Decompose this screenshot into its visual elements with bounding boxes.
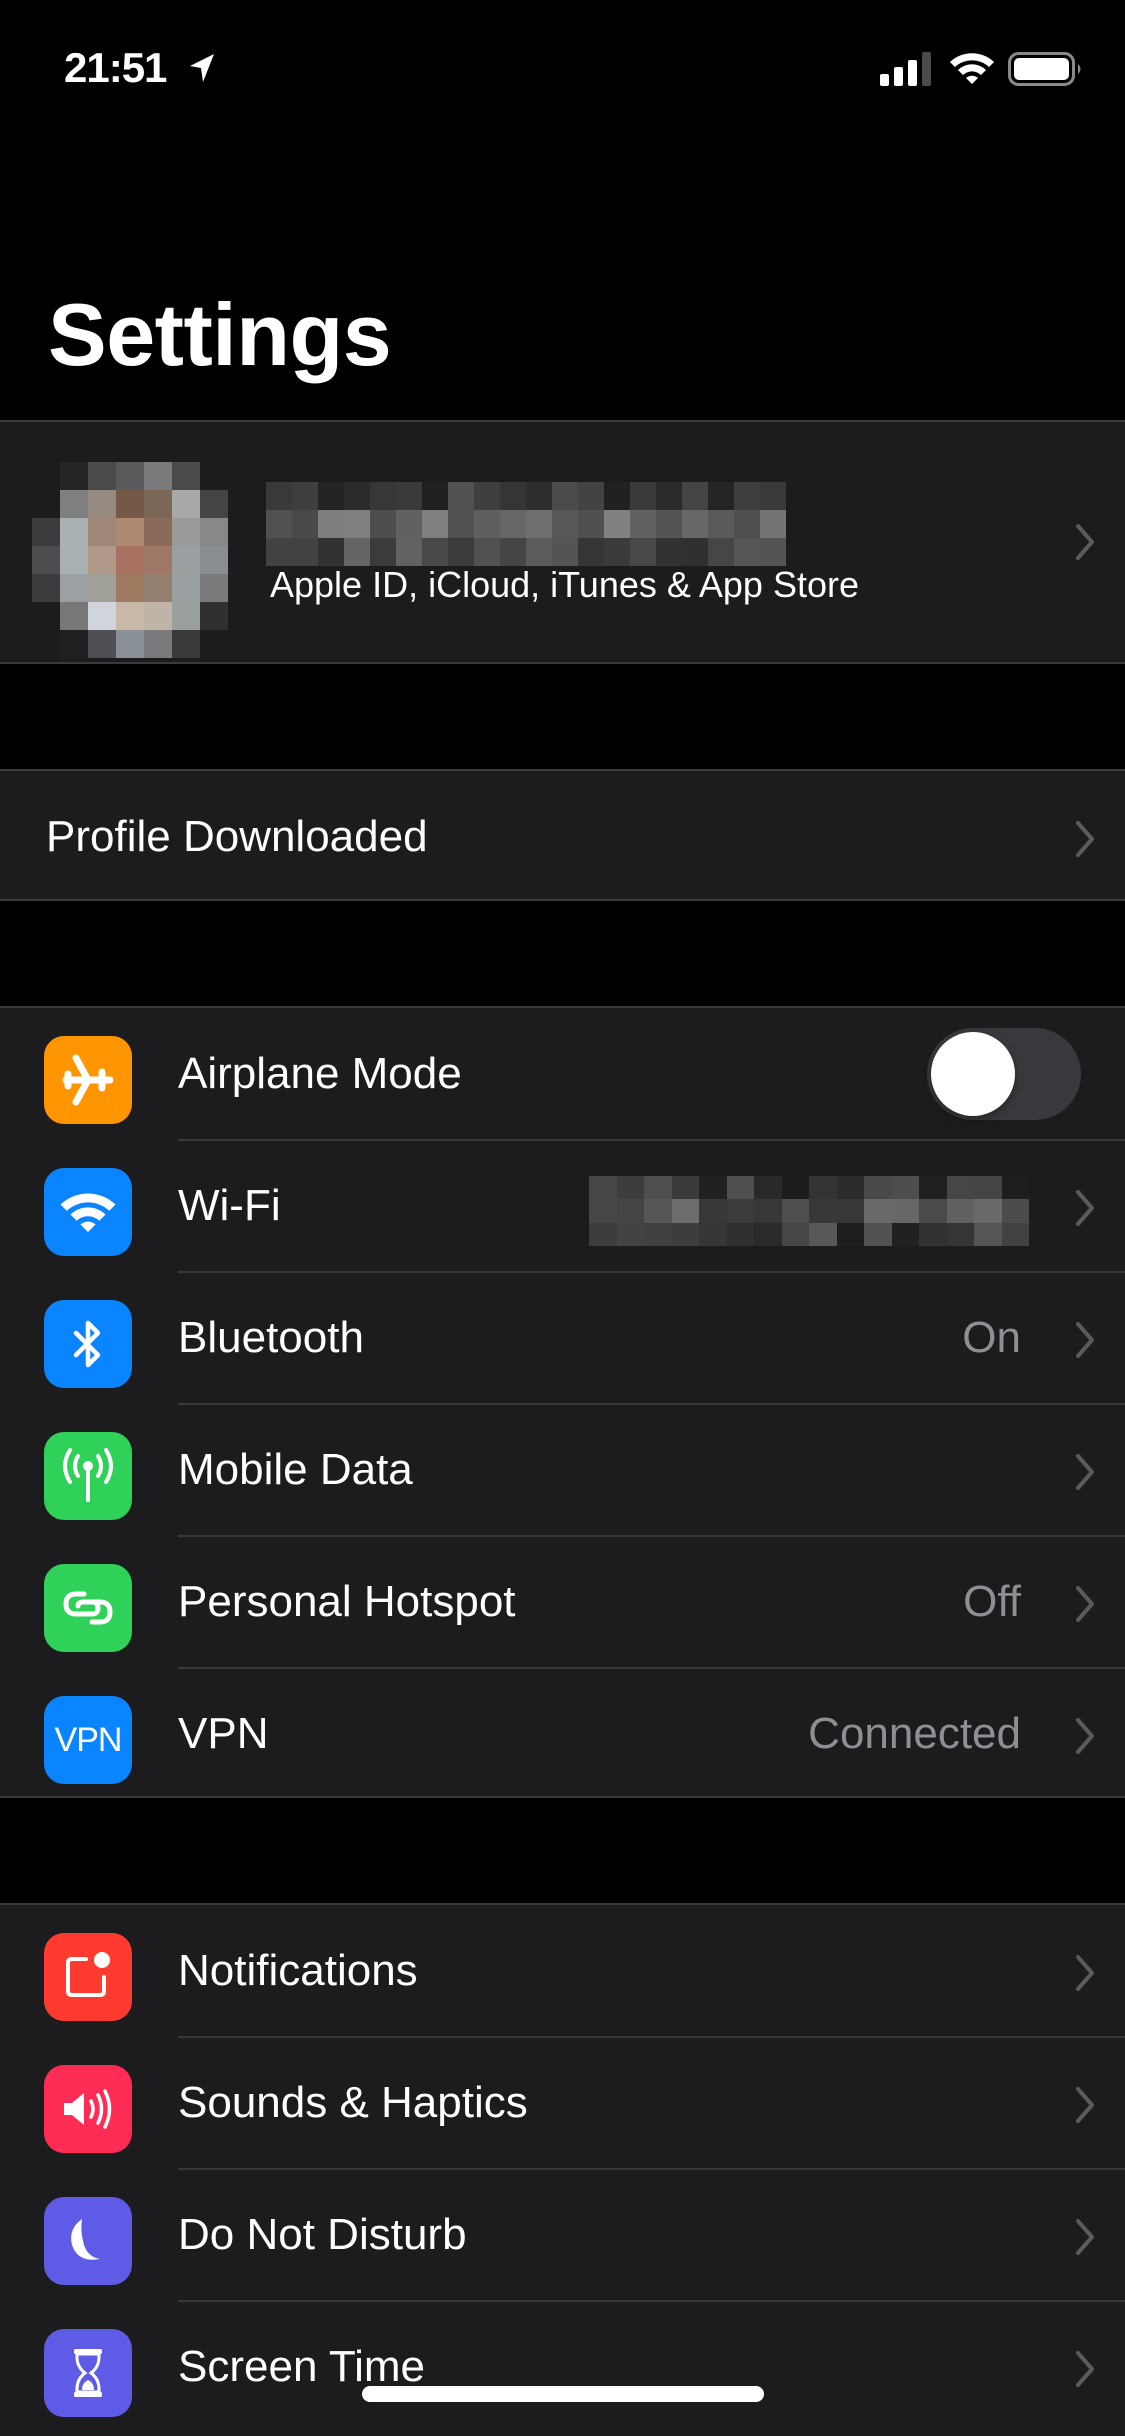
wifi-status-icon [950, 53, 994, 84]
notifications-icon [44, 1933, 132, 2021]
antenna-icon [44, 1432, 132, 1520]
airplane-mode-toggle[interactable] [927, 1028, 1081, 1120]
settings-row-personal-hotspot[interactable]: Personal Hotspot Off [0, 1536, 1125, 1669]
chevron-right-icon [1076, 2087, 1094, 2123]
chevron-right-icon [1076, 524, 1094, 560]
chevron-right-icon [1076, 1718, 1094, 1754]
settings-row-mobile-data[interactable]: Mobile Data [0, 1404, 1125, 1537]
settings-row-sounds-haptics[interactable]: Sounds & Haptics [0, 2037, 1125, 2170]
page-title: Settings [48, 285, 392, 384]
airplane-mode-label: Airplane Mode [178, 1049, 462, 1098]
do-not-disturb-label: Do Not Disturb [178, 2210, 467, 2259]
chevron-right-icon [1076, 1955, 1094, 1991]
vpn-label: VPN [178, 1709, 269, 1758]
chevron-right-icon [1076, 821, 1094, 857]
chevron-right-icon [1076, 1586, 1094, 1622]
toggle-knob [931, 1032, 1015, 1116]
apple-id-subtitle: Apple ID, iCloud, iTunes & App Store [270, 564, 859, 605]
status-bar: 21:51 [0, 0, 1125, 140]
home-indicator[interactable] [362, 2386, 764, 2402]
bluetooth-icon [44, 1300, 132, 1388]
personal-hotspot-label: Personal Hotspot [178, 1577, 516, 1626]
settings-row-screen-time[interactable]: Screen Time [0, 2301, 1125, 2433]
chevron-right-icon [1076, 1322, 1094, 1358]
settings-row-wifi[interactable]: Wi-Fi [0, 1140, 1125, 1273]
chevron-right-icon [1076, 2351, 1094, 2387]
location-arrow-icon [190, 54, 214, 82]
personal-hotspot-status: Off [963, 1577, 1021, 1626]
airplane-icon [44, 1036, 132, 1124]
hotspot-icon [44, 1564, 132, 1652]
moon-icon [44, 2197, 132, 2285]
notifications-label: Notifications [178, 1946, 418, 1995]
battery-icon [1008, 52, 1081, 86]
wifi-network-name-redacted [589, 1176, 1029, 1246]
apple-id-cell[interactable]: Apple ID, iCloud, iTunes & App Store [0, 420, 1125, 664]
profile-downloaded-label: Profile Downloaded [46, 812, 428, 861]
cellular-signal-icon [880, 52, 931, 86]
status-time: 21:51 [64, 44, 167, 91]
network-settings-group: Airplane Mode Wi-Fi Bluetooth On Mobile … [0, 1006, 1125, 1798]
settings-row-notifications[interactable]: Notifications [0, 1905, 1125, 2038]
profile-downloaded-cell[interactable]: Profile Downloaded [0, 769, 1125, 901]
vpn-icon: VPN [44, 1696, 132, 1784]
sounds-haptics-label: Sounds & Haptics [178, 2078, 528, 2127]
vpn-icon-text: VPN [54, 1720, 123, 1759]
bluetooth-status: On [962, 1313, 1021, 1362]
settings-row-vpn[interactable]: VPN VPN Connected [0, 1668, 1125, 1800]
settings-row-bluetooth[interactable]: Bluetooth On [0, 1272, 1125, 1405]
settings-row-do-not-disturb[interactable]: Do Not Disturb [0, 2169, 1125, 2302]
wifi-icon [44, 1168, 132, 1256]
chevron-right-icon [1076, 2219, 1094, 2255]
account-name-redacted [266, 482, 786, 568]
bluetooth-label: Bluetooth [178, 1313, 364, 1362]
avatar [32, 462, 228, 658]
chevron-right-icon [1076, 1454, 1094, 1490]
speaker-icon [44, 2065, 132, 2153]
notifications-settings-group: Notifications Sounds & Haptics Do Not Di… [0, 1903, 1125, 2436]
screen-time-label: Screen Time [178, 2342, 425, 2391]
hourglass-icon [44, 2329, 132, 2417]
wifi-label: Wi-Fi [178, 1181, 281, 1230]
mobile-data-label: Mobile Data [178, 1445, 413, 1494]
chevron-right-icon [1076, 1190, 1094, 1226]
settings-row-airplane-mode[interactable]: Airplane Mode [0, 1008, 1125, 1141]
vpn-status: Connected [808, 1709, 1021, 1758]
